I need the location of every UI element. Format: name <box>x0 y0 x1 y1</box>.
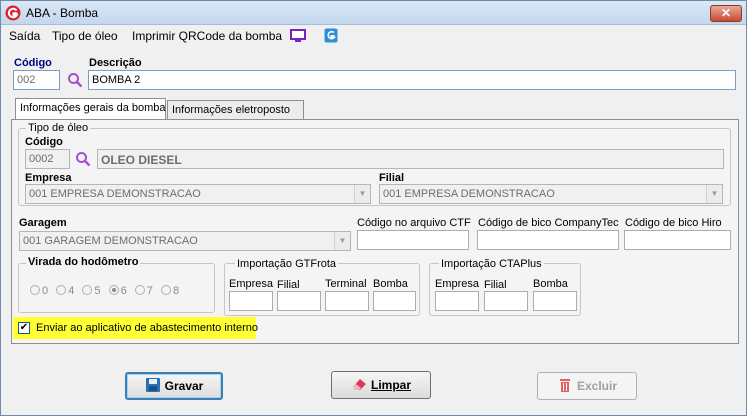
gtfrota-empresa-label: Empresa <box>229 278 274 290</box>
enviar-label: Enviar ao aplicativo de abastecimento in… <box>36 322 258 334</box>
checkmark-icon: ✔ <box>19 322 29 333</box>
radio-option-7[interactable]: 7 <box>134 285 153 297</box>
monitor-icon[interactable] <box>290 29 306 43</box>
menu-saida[interactable]: Saída <box>9 29 40 43</box>
chevron-down-icon: ▼ <box>354 185 370 203</box>
gravar-label: Gravar <box>164 379 204 393</box>
radio-button <box>30 285 40 295</box>
gtfrota-bomba-field[interactable] <box>373 291 416 311</box>
ctf-label: Código no arquivo CTF <box>357 217 471 229</box>
gtfrota-empresa-field[interactable] <box>229 291 273 311</box>
companytec-field[interactable] <box>477 230 619 250</box>
codigo-field[interactable]: 002 <box>13 70 60 90</box>
radio-button-selected <box>108 285 119 295</box>
gtfrota-terminal-field[interactable] <box>325 291 369 311</box>
radio-option-8[interactable]: 8 <box>160 285 179 297</box>
limpar-button[interactable]: Limpar <box>331 371 431 399</box>
radio-option-0[interactable]: 0 <box>30 285 48 297</box>
hiro-field[interactable] <box>624 230 731 250</box>
main-window: ABA - Bomba ✕ Saída Tipo de óleo Imprimi… <box>0 0 747 416</box>
close-icon: ✕ <box>720 6 732 20</box>
ctaplus-bomba-field[interactable] <box>533 291 577 311</box>
descricao-label: Descrição <box>89 57 142 69</box>
gtfrota-filial-field[interactable] <box>277 291 321 311</box>
tipo-oleo-codigo-label: Código <box>25 136 63 148</box>
ctaplus-filial-label: Filial <box>484 279 507 291</box>
app-g-icon[interactable] <box>324 28 338 43</box>
search-icon[interactable] <box>67 72 83 88</box>
eraser-icon <box>352 379 366 390</box>
ctf-field[interactable] <box>357 230 469 250</box>
hiro-label: Código de bico Hiro <box>625 217 722 229</box>
tipo-oleo-group-title: Tipo de óleo <box>26 122 91 134</box>
radio-option-5[interactable]: 5 <box>82 285 101 297</box>
app-logo-icon <box>5 5 21 21</box>
empresa-label: Empresa <box>25 172 72 184</box>
close-button[interactable]: ✕ <box>710 5 742 22</box>
gtfrota-group-title: Importação GTFrota <box>235 258 339 270</box>
ctaplus-bomba-label: Bomba <box>533 278 568 290</box>
gravar-button[interactable]: Gravar <box>125 372 223 400</box>
garagem-select[interactable]: 001 GARAGEM DEMONSTRACAO ▼ <box>19 231 351 251</box>
chevron-down-icon: ▼ <box>334 232 350 250</box>
companytec-label: Código de bico CompanyTec <box>478 217 619 229</box>
radio-button <box>82 285 93 295</box>
filial-select[interactable]: 001 EMPRESA DEMONSTRACAO ▼ <box>379 184 723 204</box>
radio-button <box>134 285 145 295</box>
ctaplus-filial-field[interactable] <box>484 291 528 311</box>
tab-informacoes-eletroposto[interactable]: Informações eletroposto <box>167 100 304 120</box>
empresa-select-value: 001 EMPRESA DEMONSTRACAO <box>29 188 201 200</box>
gtfrota-filial-label: Filial <box>277 279 300 291</box>
window-title: ABA - Bomba <box>26 6 99 20</box>
excluir-button[interactable]: Excluir <box>537 372 637 400</box>
filial-select-value: 001 EMPRESA DEMONSTRACAO <box>383 188 555 200</box>
menu-tipo-oleo[interactable]: Tipo de óleo <box>52 29 118 43</box>
ctaplus-empresa-field[interactable] <box>435 291 479 311</box>
hodometro-radio-group: 0 4 5 6 7 8 <box>30 285 184 297</box>
menu-bar: Saída Tipo de óleo Imprimir QRCode da bo… <box>1 26 746 46</box>
radio-button <box>56 285 67 295</box>
excluir-label: Excluir <box>576 379 618 393</box>
descricao-field[interactable]: BOMBA 2 <box>88 70 736 90</box>
tipo-oleo-search-icon[interactable] <box>75 151 91 167</box>
filial-label: Filial <box>379 172 405 184</box>
ctaplus-group-title: Importação CTAPlus <box>439 258 544 270</box>
tipo-oleo-codigo-field[interactable]: 0002 <box>25 149 70 169</box>
menu-imprimir-qrcode[interactable]: Imprimir QRCode da bomba <box>132 29 282 43</box>
empresa-select[interactable]: 001 EMPRESA DEMONSTRACAO ▼ <box>25 184 371 204</box>
garagem-label: Garagem <box>19 217 67 229</box>
limpar-label: Limpar <box>370 378 411 392</box>
radio-option-4[interactable]: 4 <box>56 285 74 297</box>
enviar-checkbox[interactable]: ✔ <box>18 322 30 334</box>
title-bar: ABA - Bomba ✕ <box>1 1 746 25</box>
codigo-label: Código <box>14 57 52 69</box>
gtfrota-bomba-label: Bomba <box>373 278 408 290</box>
tab-informacoes-gerais[interactable]: Informações gerais da bomba <box>15 98 166 120</box>
gtfrota-terminal-label: Terminal <box>325 278 367 290</box>
chevron-down-icon: ▼ <box>706 185 722 203</box>
hodometro-group-title: Virada do hodômetro <box>26 256 141 268</box>
ctaplus-empresa-label: Empresa <box>435 278 480 290</box>
save-icon <box>145 378 160 392</box>
trash-icon <box>559 379 570 392</box>
radio-button <box>160 285 171 295</box>
garagem-select-value: 001 GARAGEM DEMONSTRACAO <box>23 235 198 247</box>
radio-option-6[interactable]: 6 <box>108 285 127 297</box>
tipo-oleo-descricao-field[interactable]: OLEO DIESEL <box>97 149 724 169</box>
